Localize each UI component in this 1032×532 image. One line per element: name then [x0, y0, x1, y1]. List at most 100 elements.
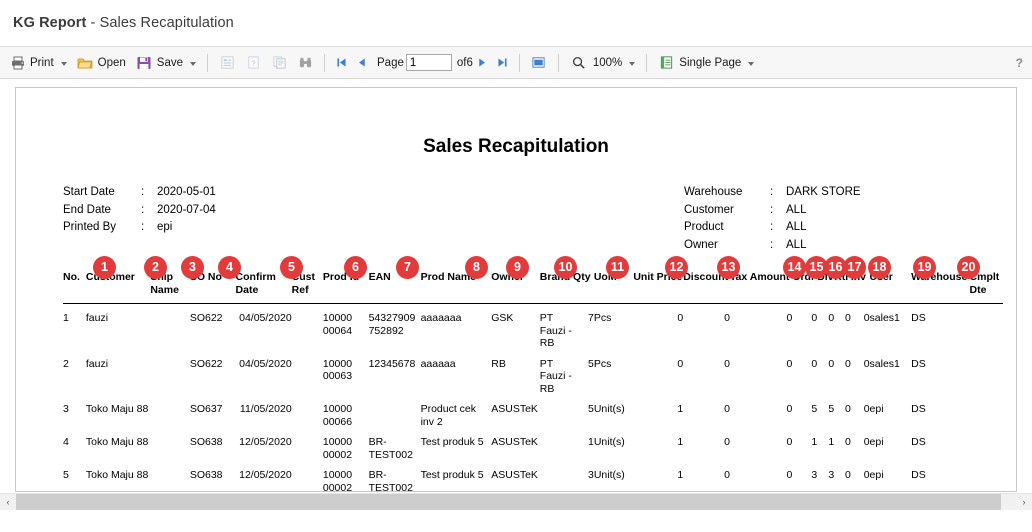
previous-page-button[interactable] [352, 53, 370, 73]
cell-prod-name: Test produk 5 [420, 469, 484, 481]
zoom-dropdown-caret-icon[interactable] [629, 61, 636, 66]
column-header-qty: Qty [573, 271, 591, 283]
cell-prod-id: 10000 00064 [322, 312, 353, 337]
cell-customer: Toko Maju 88 [85, 469, 149, 481]
cell-cmplt-dte [970, 395, 1003, 428]
cell-cust-ref [292, 461, 323, 491]
cell-so-no: SO638 [189, 436, 223, 448]
cell-user: epi [869, 469, 884, 481]
meta-value: ALL [786, 221, 807, 233]
horizontal-scrollbar[interactable]: ‹ › [0, 493, 1032, 510]
cell-user: epi [869, 436, 884, 448]
annotation-badge-11: 11 [606, 256, 629, 279]
cell-brand [540, 395, 573, 428]
help-icon[interactable]: ? [1016, 56, 1023, 70]
document-outline-icon[interactable] [216, 53, 238, 73]
meta-row-warehouse: Warehouse : DARK STORE [684, 184, 861, 202]
report-meta-left: Start Date : 2020-05-01 End Date : 2020-… [63, 184, 216, 237]
scrollbar-track[interactable] [16, 494, 1016, 510]
report-viewer-toolbar: Print Open Save ? Page 1 of6 100% Single… [0, 47, 1032, 79]
cell-uom: Unit(s) [593, 403, 625, 415]
open-button-label: Open [97, 56, 126, 69]
cell-unit-price: 1 [677, 403, 684, 415]
last-page-button[interactable] [494, 53, 512, 73]
table-row: 1 fauzi SO622 04/05/2020 10000 00064 543… [63, 304, 1003, 350]
report-title: Sales Recapitulation [423, 136, 609, 157]
cell-prod-name: Product cek inv 2 [420, 403, 477, 428]
scrollbar-thumb[interactable] [16, 494, 1001, 510]
window-titlebar: KG Report - Sales Recapitulation [0, 0, 1032, 47]
print-button[interactable]: Print [4, 51, 72, 75]
export-document-icon[interactable] [268, 53, 290, 73]
annotation-badge-6: 6 [344, 256, 367, 279]
cell-cust-ref [292, 350, 323, 396]
open-button[interactable]: Open [72, 51, 131, 75]
cell-ean: BR- TEST002 [368, 469, 413, 492]
save-dropdown-caret-icon[interactable] [190, 61, 197, 66]
annotation-badge-12: 12 [665, 256, 688, 279]
cell-unit-price: 0 [677, 312, 684, 324]
annotation-badge-4: 4 [218, 256, 241, 279]
page-setup-button[interactable] [528, 53, 550, 73]
toolbar-divider-1 [207, 53, 209, 72]
cell-warehouse: DS [911, 469, 926, 481]
cell-inv: 0 [863, 436, 870, 448]
cell-warehouse: DS [911, 312, 926, 324]
save-button[interactable]: Save [131, 51, 201, 75]
cell-rtr: 0 [844, 312, 851, 324]
cell-dlv: 3 [828, 469, 835, 481]
cell-warehouse: DS [911, 436, 926, 448]
meta-row-printed-by: Printed By : epi [63, 219, 216, 237]
meta-row-owner: Owner : ALL [684, 237, 861, 255]
printer-icon [9, 54, 26, 71]
annotation-badge-13: 13 [717, 256, 740, 279]
cell-no: 4 [63, 436, 69, 448]
cell-owner: GSK [491, 312, 514, 324]
meta-key: Owner [684, 238, 718, 251]
cell-ordr: 0 [811, 312, 818, 324]
view-mode-control[interactable]: Single Page [653, 51, 759, 75]
table-row: 5 Toko Maju 88 SO638 12/05/2020 10000 00… [63, 461, 1003, 492]
meta-row-start-date: Start Date : 2020-05-01 [63, 184, 216, 202]
cell-uom: Pcs [593, 312, 612, 324]
print-dropdown-caret-icon[interactable] [60, 61, 67, 66]
cell-prod-id: 10000 00002 [322, 436, 353, 461]
scroll-left-arrow-icon[interactable]: ‹ [0, 494, 16, 510]
view-mode-caret-icon[interactable] [748, 61, 755, 66]
cell-ship-name [150, 461, 190, 491]
cell-inv: 0 [863, 403, 870, 415]
cell-discount: 0 [724, 357, 730, 370]
parameters-icon[interactable]: ? [242, 53, 264, 73]
cell-ship-name [150, 350, 190, 396]
next-page-button[interactable] [474, 53, 492, 73]
cell-ship-name [150, 304, 190, 350]
cell-so-no: SO638 [189, 469, 223, 481]
cell-cust-ref [292, 304, 323, 350]
cell-no: 2 [63, 357, 69, 370]
cell-prod-id: 10000 00063 [322, 357, 353, 383]
document-viewport: Sales Recapitulation Start Date : 2020-0… [0, 80, 1032, 532]
cell-tax-amount: 0 [786, 403, 793, 415]
column-header-tax-amount: Tax Amount [729, 271, 790, 283]
page-title-name: Sales Recapitulation [99, 15, 234, 31]
cell-prod-name: Test produk 5 [420, 436, 484, 448]
binoculars-icon[interactable] [294, 53, 316, 73]
cell-ordr: 1 [811, 436, 818, 448]
cell-cust-ref [292, 428, 323, 461]
page-number-input[interactable] [405, 54, 452, 71]
table-row: 4 Toko Maju 88 SO638 12/05/2020 10000 00… [63, 428, 1003, 461]
zoom-control[interactable]: 100% [565, 51, 640, 75]
annotation-badge-1: 1 [93, 256, 116, 279]
meta-key: Product [684, 221, 724, 233]
annotation-badge-20: 20 [957, 256, 980, 279]
cell-dlv: 1 [828, 436, 835, 448]
cell-no: 1 [63, 312, 69, 324]
meta-value: epi [157, 221, 173, 233]
first-page-button[interactable] [332, 53, 350, 73]
cell-warehouse: DS [911, 357, 926, 370]
magnifier-icon [570, 54, 587, 71]
scroll-right-arrow-icon[interactable]: › [1016, 494, 1032, 510]
meta-value: 2020-07-04 [157, 203, 216, 216]
cell-owner: ASUSTeK [491, 436, 538, 448]
sales-recapitulation-table: No. Customer Ship Name SO No Confirm Dat… [63, 271, 1003, 492]
